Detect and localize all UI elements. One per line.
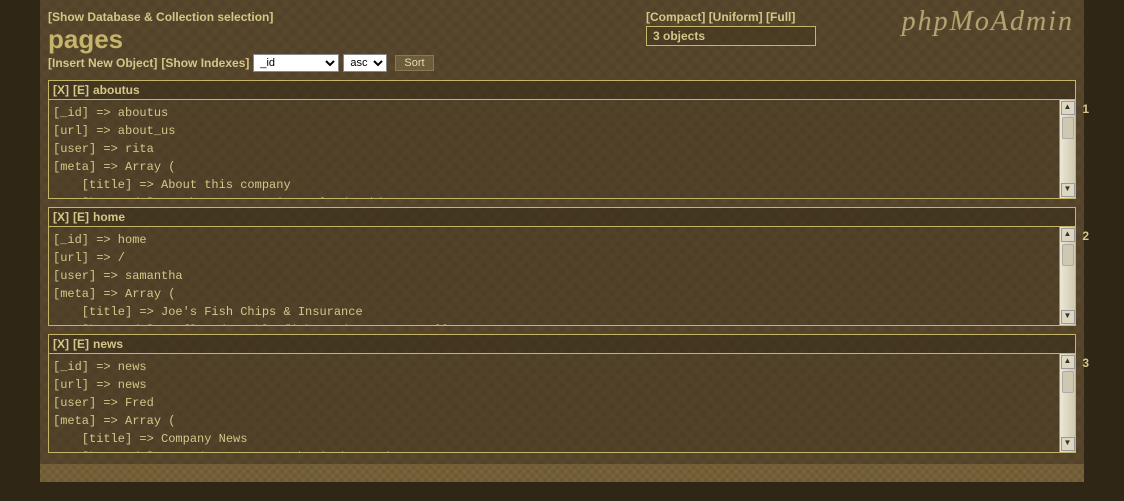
scroll-thumb[interactable]	[1062, 244, 1074, 266]
sort-field-select[interactable]: _id	[253, 54, 339, 72]
edit-button[interactable]: [E]	[73, 83, 89, 97]
edit-button[interactable]: [E]	[73, 337, 89, 351]
data-line: [meta] => Array (	[53, 412, 1055, 430]
scroll-up-icon[interactable]: ▲	[1061, 228, 1075, 242]
record-name: news	[93, 337, 123, 351]
data-line: [meta] => Array (	[53, 158, 1055, 176]
data-line: [url] => about_us	[53, 122, 1055, 140]
edit-button[interactable]: [E]	[73, 210, 89, 224]
scrollbar[interactable]: ▲▼	[1059, 354, 1075, 452]
sort-button[interactable]: Sort	[395, 55, 433, 71]
data-line: [keywords] => about, executives, leaders…	[53, 194, 1055, 198]
mode-uniform-link[interactable]: [Uniform]	[709, 10, 763, 24]
data-line: [keywords] => flounder, bluefish, red po…	[53, 321, 1055, 325]
data-line: [user] => Fred	[53, 394, 1055, 412]
mode-compact-link[interactable]: [Compact]	[646, 10, 705, 24]
page-title: pages	[48, 26, 434, 52]
record-name: aboutus	[93, 83, 140, 97]
scroll-up-icon[interactable]: ▲	[1061, 355, 1075, 369]
object-count: 3 objects	[646, 26, 816, 46]
delete-button[interactable]: [X]	[53, 83, 69, 97]
data-line: [keywords] => updates, news, what's happ…	[53, 448, 1055, 452]
mode-full-link[interactable]: [Full]	[766, 10, 795, 24]
insert-new-object-link[interactable]: [Insert New Object]	[48, 56, 157, 70]
scroll-down-icon[interactable]: ▼	[1061, 183, 1075, 197]
footer-band	[40, 464, 1084, 482]
data-line: [meta] => Array (	[53, 285, 1055, 303]
data-line: [url] => /	[53, 249, 1055, 267]
app-logo: phpMoAdmin	[902, 6, 1074, 38]
data-line: [url] => news	[53, 376, 1055, 394]
record-header: [X] [E] news	[49, 335, 1075, 354]
scroll-down-icon[interactable]: ▼	[1061, 310, 1075, 324]
record: [X] [E] home [_id] => home[url] => /[user] …	[48, 207, 1076, 326]
record: [X] [E] aboutus [_id] => aboutus[url] => ab…	[48, 80, 1076, 199]
scroll-thumb[interactable]	[1062, 117, 1074, 139]
record-body: [_id] => news[url] => news[user] => Fred…	[49, 354, 1059, 452]
data-line: [user] => samantha	[53, 267, 1055, 285]
record-body: [_id] => aboutus[url] => about_us[user] …	[49, 100, 1059, 198]
data-line: [title] => Company News	[53, 430, 1055, 448]
record: [X] [E] news [_id] => news[url] => news[use…	[48, 334, 1076, 453]
row-number: 3	[1082, 356, 1089, 370]
scroll-thumb[interactable]	[1062, 371, 1074, 393]
row-number: 1	[1082, 102, 1089, 116]
data-line: [title] => About this company	[53, 176, 1055, 194]
record-name: home	[93, 210, 125, 224]
delete-button[interactable]: [X]	[53, 337, 69, 351]
row-number: 2	[1082, 229, 1089, 243]
data-line: [_id] => home	[53, 231, 1055, 249]
show-db-collection-link[interactable]: [Show Database & Collection selection]	[48, 10, 273, 24]
record-header: [X] [E] aboutus	[49, 81, 1075, 100]
scroll-up-icon[interactable]: ▲	[1061, 101, 1075, 115]
delete-button[interactable]: [X]	[53, 210, 69, 224]
scrollbar[interactable]: ▲▼	[1059, 100, 1075, 198]
sort-order-select[interactable]: asc	[343, 54, 387, 72]
scrollbar[interactable]: ▲▼	[1059, 227, 1075, 325]
data-line: [user] => rita	[53, 140, 1055, 158]
scroll-down-icon[interactable]: ▼	[1061, 437, 1075, 451]
data-line: [_id] => news	[53, 358, 1055, 376]
show-indexes-link[interactable]: [Show Indexes]	[161, 56, 249, 70]
data-line: [_id] => aboutus	[53, 104, 1055, 122]
record-body: [_id] => home[url] => /[user] => samanth…	[49, 227, 1059, 325]
data-line: [title] => Joe's Fish Chips & Insurance	[53, 303, 1055, 321]
record-header: [X] [E] home	[49, 208, 1075, 227]
